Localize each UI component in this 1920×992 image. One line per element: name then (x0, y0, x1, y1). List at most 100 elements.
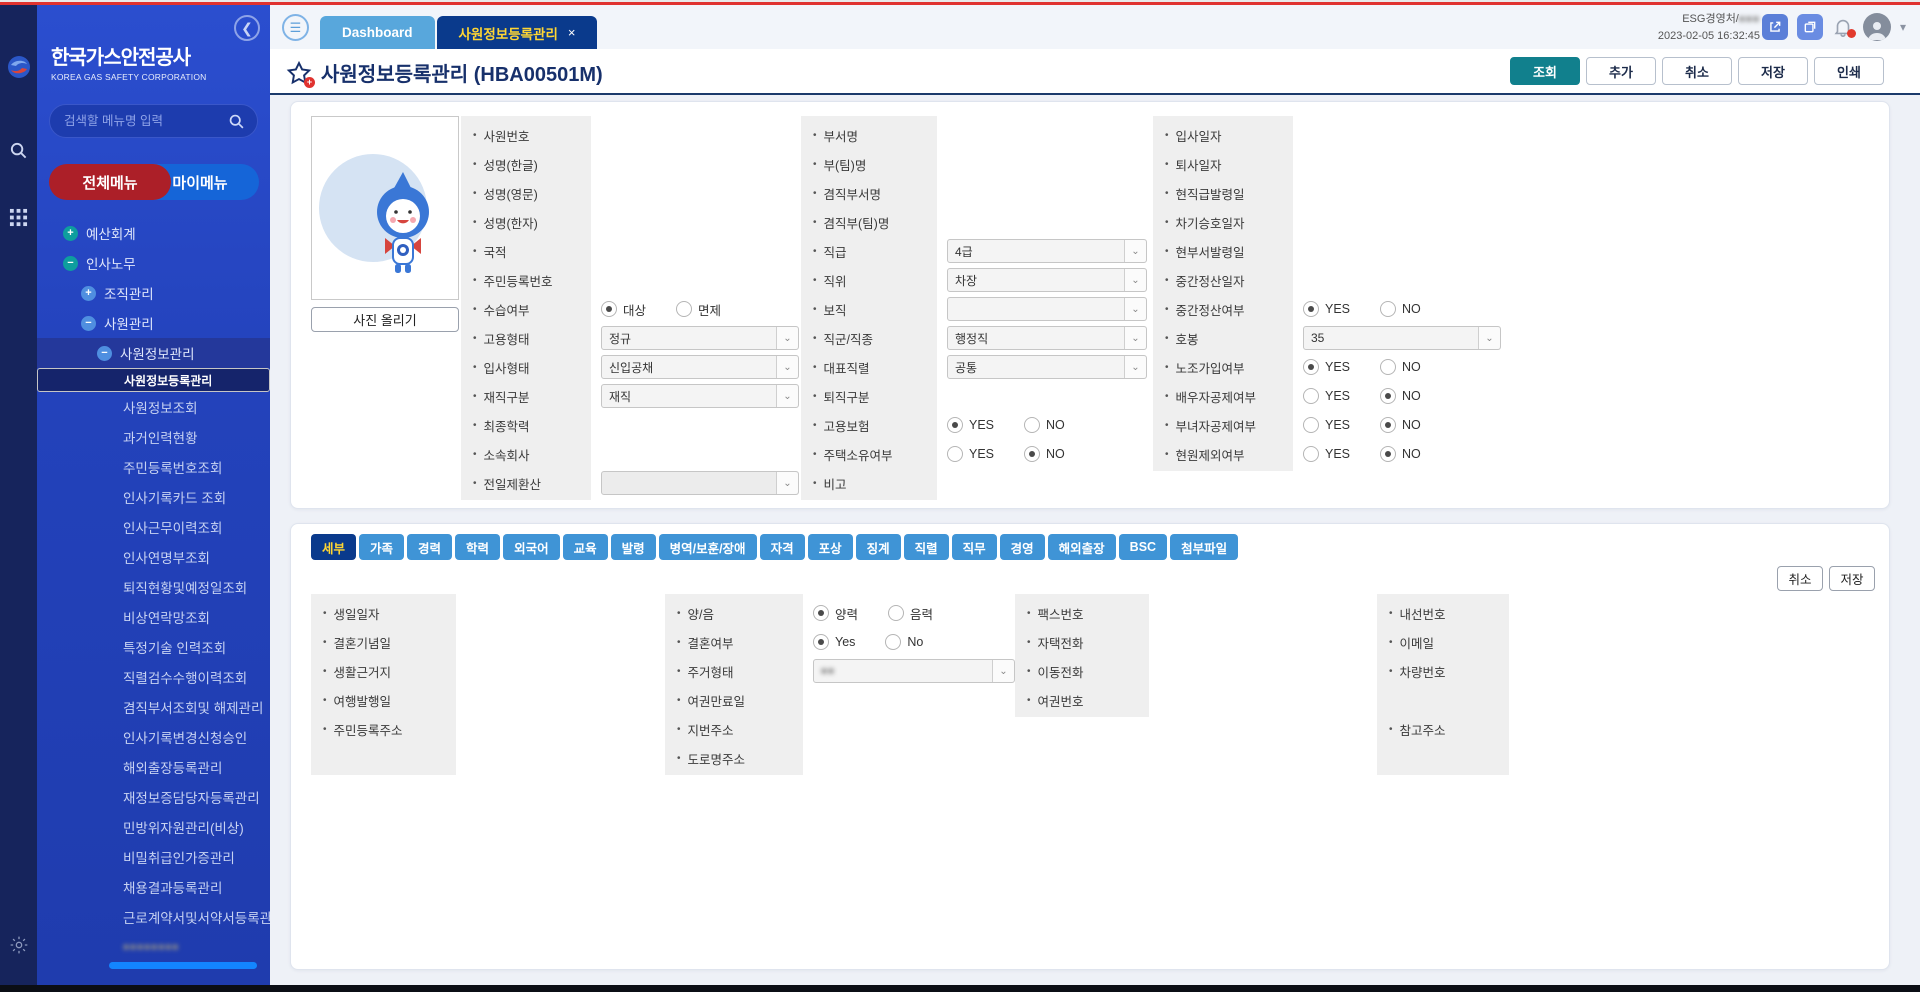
select-재직구분[interactable]: 재직⌄ (601, 384, 799, 408)
detail-tab-교육[interactable]: 교육 (563, 534, 608, 560)
select-호봉[interactable]: 35⌄ (1303, 326, 1501, 350)
detail-tab-경력[interactable]: 경력 (407, 534, 452, 560)
select-주거형태[interactable]: ■■⌄ (813, 659, 1015, 683)
user-menu-chevron-icon[interactable]: ▾ (1900, 20, 1906, 34)
select-직급[interactable]: 4급⌄ (947, 239, 1147, 263)
radio-YES[interactable]: YES (1303, 388, 1350, 404)
notifications-bell-icon[interactable] (1832, 16, 1854, 38)
sidebar-item-특정기술 인력조회[interactable]: 특정기술 인력조회 (37, 632, 270, 662)
radio-대상[interactable]: 대상 (601, 300, 646, 319)
radio-NO[interactable]: NO (1380, 417, 1421, 433)
sidebar-item-재정보증담당자등록관리[interactable]: 재정보증담당자등록관리 (37, 782, 270, 812)
sidebar-item-근로계약서및서약서등록관리[interactable]: 근로계약서및서약서등록관리 (37, 902, 270, 932)
취소-button[interactable]: 취소 (1662, 57, 1732, 85)
radio-YES[interactable]: YES (1303, 417, 1350, 433)
all-menu-button[interactable]: 전체메뉴 (49, 164, 171, 200)
detail-tab-해외출장[interactable]: 해외출장 (1048, 534, 1116, 560)
radio-YES[interactable]: YES (1303, 301, 1350, 317)
radio-NO[interactable]: NO (1024, 417, 1065, 433)
popup-layout-icon[interactable] (1797, 14, 1823, 40)
sidebar-item-퇴직현황및예정일조회[interactable]: 퇴직현황및예정일조회 (37, 572, 270, 602)
sidebar-item-겸직부서조회및 해제관리[interactable]: 겸직부서조회및 해제관리 (37, 692, 270, 722)
sidebar-item-해외출장등록관리[interactable]: 해외출장등록관리 (37, 752, 270, 782)
menu-search-box[interactable] (49, 104, 258, 138)
detail-tab-징계[interactable]: 징계 (856, 534, 901, 560)
photo-upload-button[interactable]: 사진 올리기 (311, 307, 459, 332)
detail-tab-직렬[interactable]: 직렬 (904, 534, 949, 560)
favorite-star-icon[interactable]: + (286, 60, 312, 86)
select-직군/직종[interactable]: 행정직⌄ (947, 326, 1147, 350)
저장-button[interactable]: 저장 (1738, 57, 1808, 85)
detail-tab-직무[interactable]: 직무 (952, 534, 997, 560)
sidebar-item-예산회계[interactable]: +예산회계 (37, 218, 270, 248)
hamburger-menu-icon[interactable]: ☰ (282, 14, 309, 41)
open-new-window-icon[interactable] (1762, 14, 1788, 40)
인쇄-button[interactable]: 인쇄 (1814, 57, 1884, 85)
tab-Dashboard[interactable]: Dashboard (320, 16, 435, 49)
radio-NO[interactable]: NO (1380, 388, 1421, 404)
sidebar-collapse-button[interactable]: ❮ (234, 15, 260, 41)
radio-Yes[interactable]: Yes (813, 634, 855, 650)
select-고용형태[interactable]: 정규⌄ (601, 326, 799, 350)
추가-button[interactable]: 추가 (1586, 57, 1656, 85)
sidebar-item-사원정보조회[interactable]: 사원정보조회 (37, 392, 270, 422)
detail-취소-button[interactable]: 취소 (1777, 566, 1823, 591)
rail-search-icon[interactable] (0, 141, 37, 160)
sidebar-item-주민등록번호조회[interactable]: 주민등록번호조회 (37, 452, 270, 482)
sidebar-item-사원관리[interactable]: −사원관리 (37, 308, 270, 338)
select-전일제환산[interactable]: ⌄ (601, 471, 799, 495)
detail-tab-포상[interactable]: 포상 (808, 534, 853, 560)
detail-tab-자격[interactable]: 자격 (760, 534, 805, 560)
detail-tab-BSC[interactable]: BSC (1119, 534, 1167, 560)
sidebar-horizontal-scrollbar[interactable] (109, 962, 257, 969)
radio-YES[interactable]: YES (1303, 446, 1350, 462)
sidebar-item-인사노무[interactable]: −인사노무 (37, 248, 270, 278)
detail-tab-외국어[interactable]: 외국어 (503, 534, 560, 560)
select-보직[interactable]: ⌄ (947, 297, 1147, 321)
expand-plus-icon[interactable]: + (81, 286, 96, 301)
tab-사원정보등록관리[interactable]: 사원정보등록관리× (437, 16, 598, 49)
sidebar-item-조직관리[interactable]: +조직관리 (37, 278, 270, 308)
sidebar-item-직렬검수수행이력조회[interactable]: 직렬검수수행이력조회 (37, 662, 270, 692)
menu-search-icon[interactable] (228, 113, 245, 130)
sidebar-item-비상연락망조회[interactable]: 비상연락망조회 (37, 602, 270, 632)
detail-tab-세부[interactable]: 세부 (311, 534, 356, 560)
settings-gear-icon[interactable] (0, 935, 37, 955)
radio-NO[interactable]: NO (1380, 301, 1421, 317)
user-avatar[interactable] (1863, 13, 1891, 41)
rail-apps-icon[interactable] (0, 208, 37, 227)
select-입사형태[interactable]: 신입공채⌄ (601, 355, 799, 379)
detail-tab-첨부파일[interactable]: 첨부파일 (1170, 534, 1238, 560)
radio-YES[interactable]: YES (947, 417, 994, 433)
sidebar-item-인사연명부조회[interactable]: 인사연명부조회 (37, 542, 270, 572)
sidebar-item-사원정보등록관리[interactable]: 사원정보등록관리 (37, 368, 270, 392)
menu-search-input[interactable] (64, 114, 223, 128)
radio-양력[interactable]: 양력 (813, 604, 858, 623)
detail-tab-병역/보훈/장애[interactable]: 병역/보훈/장애 (659, 534, 757, 560)
radio-음력[interactable]: 음력 (888, 604, 933, 623)
collapse-minus-icon[interactable]: − (81, 316, 96, 331)
sidebar-item-과거인력현황[interactable]: 과거인력현황 (37, 422, 270, 452)
collapse-minus-icon[interactable]: − (97, 346, 112, 361)
select-직위[interactable]: 차장⌄ (947, 268, 1147, 292)
sidebar-item-hidden[interactable]: ■■■■■■■■ (37, 932, 270, 962)
detail-저장-button[interactable]: 저장 (1829, 566, 1875, 591)
radio-YES[interactable]: YES (947, 446, 994, 462)
조회-button[interactable]: 조회 (1510, 57, 1580, 85)
sidebar-item-민방위자원관리(비상)[interactable]: 민방위자원관리(비상) (37, 812, 270, 842)
radio-NO[interactable]: NO (1024, 446, 1065, 462)
expand-plus-icon[interactable]: + (63, 226, 78, 241)
radio-NO[interactable]: NO (1380, 446, 1421, 462)
radio-YES[interactable]: YES (1303, 359, 1350, 375)
detail-tab-가족[interactable]: 가족 (359, 534, 404, 560)
sidebar-item-인사기록변경신청승인[interactable]: 인사기록변경신청승인 (37, 722, 270, 752)
sidebar-item-채용결과등록관리[interactable]: 채용결과등록관리 (37, 872, 270, 902)
radio-No[interactable]: No (885, 634, 923, 650)
tab-close-icon[interactable]: × (568, 25, 576, 40)
radio-면제[interactable]: 면제 (676, 300, 721, 319)
collapse-minus-icon[interactable]: − (63, 256, 78, 271)
sidebar-item-비밀취급인가증관리[interactable]: 비밀취급인가증관리 (37, 842, 270, 872)
sidebar-item-인사기록카드 조회[interactable]: 인사기록카드 조회 (37, 482, 270, 512)
detail-tab-발령[interactable]: 발령 (611, 534, 656, 560)
radio-NO[interactable]: NO (1380, 359, 1421, 375)
